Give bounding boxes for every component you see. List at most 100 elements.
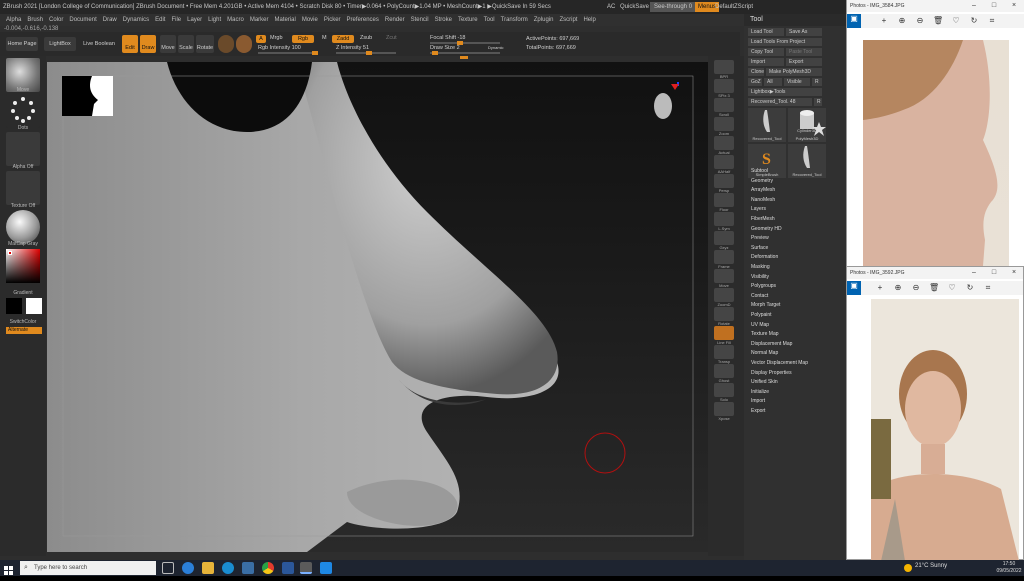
windows-start-icon[interactable]: [4, 563, 14, 575]
subpalette-contact[interactable]: Contact: [751, 293, 768, 299]
add-icon[interactable]: +: [879, 16, 889, 26]
import-button[interactable]: Import: [748, 58, 784, 66]
quicksave-button[interactable]: QuickSave: [620, 0, 649, 14]
tray-button-persp[interactable]: [714, 174, 734, 188]
menu-item-brush[interactable]: Brush: [27, 14, 43, 26]
subpalette-arraymesh[interactable]: ArrayMesh: [751, 187, 775, 193]
tray-button-ghost[interactable]: [714, 364, 734, 378]
subpalette-unified-skin[interactable]: Unified Skin: [751, 379, 778, 385]
see-all-photos-icon[interactable]: ▣: [847, 14, 861, 28]
lightbox-tools-button[interactable]: Lightbox▶Tools: [748, 88, 822, 96]
tray-button-line-fill[interactable]: [714, 326, 734, 340]
see-all-photos-icon[interactable]: ▣: [847, 281, 861, 295]
subpalette-displacement-map[interactable]: Displacement Map: [751, 341, 792, 347]
menu-item-material[interactable]: Material: [275, 14, 296, 26]
zsub-button[interactable]: Zsub: [360, 35, 372, 41]
menu-item-light[interactable]: Light: [208, 14, 221, 26]
subpalette-polygroups[interactable]: Polygroups: [751, 283, 776, 289]
subpalette-deformation[interactable]: Deformation: [751, 254, 778, 260]
menu-item-preferences[interactable]: Preferences: [347, 14, 379, 26]
weather-text[interactable]: 21°C Sunny: [915, 563, 947, 569]
zoom-in-icon[interactable]: ⊕: [897, 16, 907, 26]
subpalette-import[interactable]: Import: [751, 398, 765, 404]
focal-shift-track[interactable]: [430, 41, 500, 45]
zbrush-taskbar-icon[interactable]: [300, 562, 312, 574]
subpalette-polypaint[interactable]: Polypaint: [751, 312, 772, 318]
dynamic-toggle[interactable]: Dynamic: [488, 45, 504, 50]
home-page-button[interactable]: Home Page: [6, 37, 38, 51]
tray-button-zoom[interactable]: [714, 117, 734, 131]
menu-item-file[interactable]: File: [171, 14, 181, 26]
clock-date[interactable]: 09/05/2022: [995, 568, 1023, 574]
r-button[interactable]: R: [812, 78, 822, 86]
close-icon[interactable]: ×: [1007, 0, 1021, 12]
tray-button-transp[interactable]: [714, 345, 734, 359]
maximize-icon[interactable]: □: [987, 0, 1001, 12]
tray-button-floor[interactable]: [714, 193, 734, 207]
tray-button-l-sym[interactable]: [714, 212, 734, 226]
subpalette-texture-map[interactable]: Texture Map: [751, 331, 779, 337]
lightbox-button[interactable]: LightBox: [44, 37, 76, 51]
see-through-slider[interactable]: See-through 0: [650, 2, 697, 12]
menu-item-render[interactable]: Render: [385, 14, 405, 26]
app-icon-2[interactable]: [242, 562, 254, 574]
subpalette-geometry-hd[interactable]: Geometry HD: [751, 226, 782, 232]
m-button[interactable]: M: [322, 35, 327, 41]
zcut-button[interactable]: Zcut: [386, 35, 397, 41]
menu-item-color[interactable]: Color: [49, 14, 63, 26]
zoom-out-icon[interactable]: ⊖: [911, 283, 921, 293]
subpalette-display-properties[interactable]: Display Properties: [751, 370, 792, 376]
edge-icon[interactable]: [182, 562, 194, 574]
all-button[interactable]: All: [764, 78, 782, 86]
stroke-thumbnail[interactable]: [6, 94, 40, 128]
draw-button[interactable]: Draw: [140, 35, 156, 53]
color-picker-marker[interactable]: [8, 251, 12, 255]
rotate-icon[interactable]: ↻: [969, 16, 979, 26]
word-icon[interactable]: [282, 562, 294, 574]
subpalette-vector-displacement-map[interactable]: Vector Displacement Map: [751, 360, 808, 366]
menu-item-draw[interactable]: Draw: [103, 14, 117, 26]
load-from-project-button[interactable]: Load Tools From Project: [748, 38, 822, 46]
subpalette-initialize[interactable]: Initialize: [751, 389, 769, 395]
subpalette-morph-target[interactable]: Morph Target: [751, 302, 780, 308]
live-boolean-button[interactable]: Live Boolean: [82, 37, 116, 51]
favourite-icon[interactable]: ♡: [951, 16, 961, 26]
add-icon[interactable]: +: [875, 283, 885, 293]
tray-button-solo[interactable]: [714, 383, 734, 397]
minimize-icon[interactable]: –: [967, 267, 981, 279]
delete-icon[interactable]: 🗑: [933, 16, 943, 26]
paste-tool-button[interactable]: Paste Tool: [786, 48, 822, 56]
tray-button-gxyz[interactable]: [714, 231, 734, 245]
tray-button-move[interactable]: [714, 269, 734, 283]
export-button[interactable]: Export: [786, 58, 822, 66]
rotate-icon[interactable]: ↻: [965, 283, 975, 293]
subpalette-visibility[interactable]: Visibility: [751, 274, 769, 280]
task-view-icon[interactable]: [162, 562, 174, 574]
subpalette-nanomesh[interactable]: NanoMesh: [751, 197, 775, 203]
subpalette-fibermesh[interactable]: FiberMesh: [751, 216, 775, 222]
shelf-collapse-handle[interactable]: [460, 56, 468, 59]
save-as-button[interactable]: Save As: [786, 28, 822, 36]
menu-item-texture[interactable]: Texture: [458, 14, 478, 26]
crop-icon[interactable]: ⌗: [987, 16, 997, 26]
zoom-out-icon[interactable]: ⊖: [915, 16, 925, 26]
rgb-button[interactable]: Rgb: [292, 35, 314, 43]
taskbar-search[interactable]: Type here to search: [20, 561, 156, 575]
crop-icon[interactable]: ⌗: [983, 283, 993, 293]
tray-button-bpr[interactable]: [714, 60, 734, 74]
zoom-in-icon[interactable]: ⊕: [893, 283, 903, 293]
tray-button-aahalf[interactable]: [714, 155, 734, 169]
menu-item-macro[interactable]: Macro: [227, 14, 244, 26]
menu-item-help[interactable]: Help: [583, 14, 595, 26]
clone-button[interactable]: Clone: [748, 68, 764, 76]
chrome-icon[interactable]: [262, 562, 274, 574]
maximize-icon[interactable]: □: [987, 267, 1001, 279]
subpalette-uv-map[interactable]: UV Map: [751, 322, 769, 328]
app-icon-1[interactable]: [222, 562, 234, 574]
tray-button-zoomd[interactable]: [714, 288, 734, 302]
tray-button-scroll[interactable]: [714, 98, 734, 112]
favourite-icon[interactable]: ♡: [947, 283, 957, 293]
r2-button[interactable]: R: [814, 98, 822, 106]
subpalette-export[interactable]: Export: [751, 408, 765, 414]
subpalette-subtool[interactable]: Subtool: [751, 168, 768, 174]
